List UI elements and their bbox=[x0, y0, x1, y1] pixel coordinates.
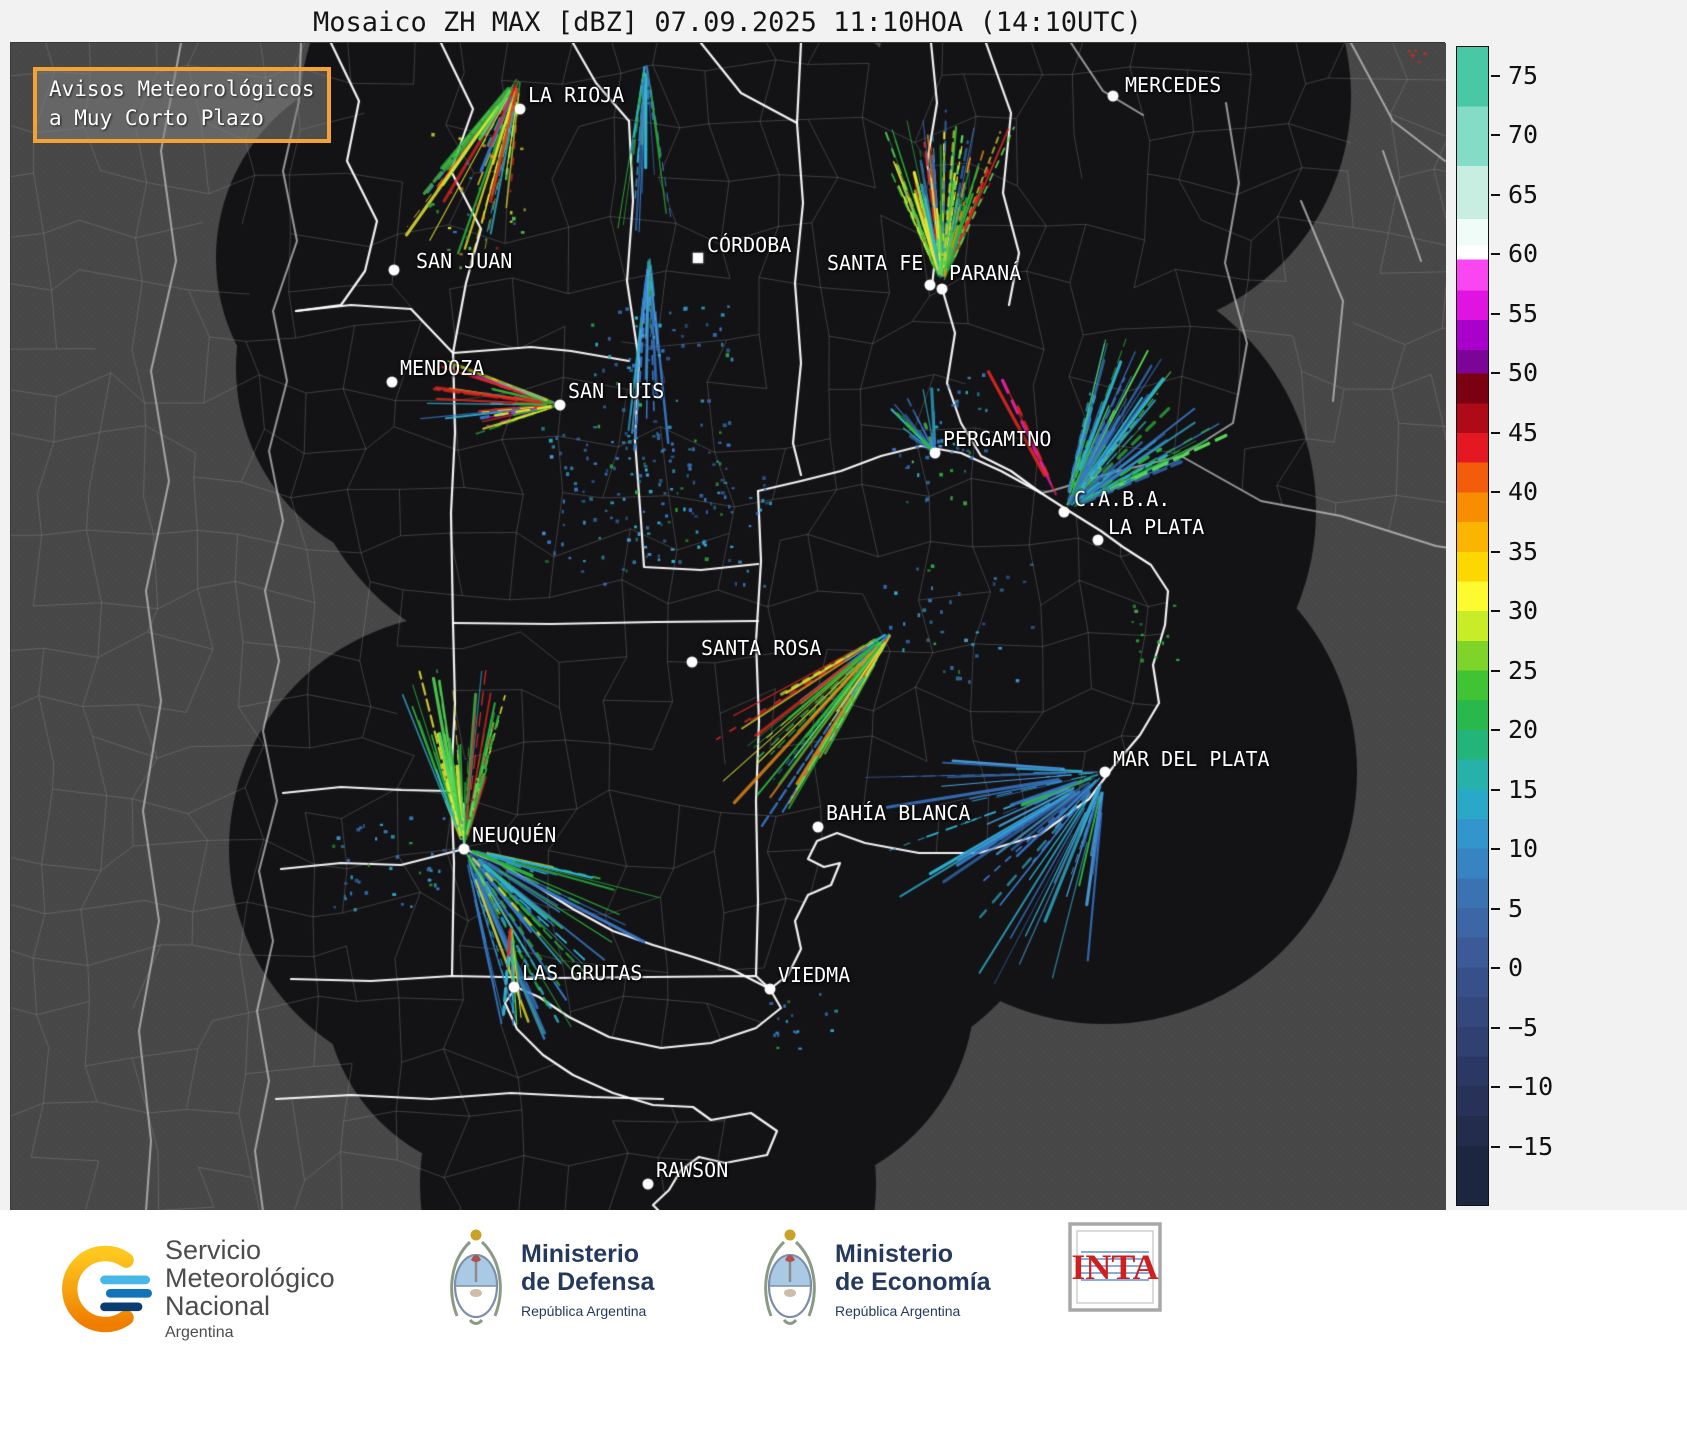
inta-logo-block: INTA bbox=[1068, 1222, 1162, 1312]
colorbar-tick-mark bbox=[1491, 729, 1500, 731]
colorbar-tick-label: −15 bbox=[1508, 1132, 1553, 1162]
colorbar-tick-mark bbox=[1491, 1086, 1500, 1088]
coat-of-arms-icon bbox=[446, 1226, 506, 1332]
colorbar-tick-label: −5 bbox=[1508, 1013, 1538, 1043]
colorbar-tick-label: 15 bbox=[1508, 775, 1538, 805]
colorbar-tick-label: 45 bbox=[1508, 418, 1538, 448]
ministerio-defensa-text: Ministerio de Defensa República Argentin… bbox=[521, 1240, 654, 1319]
product-title: Mosaico ZH MAX [dBZ] 07.09.2025 11:10HOA… bbox=[10, 7, 1445, 38]
colorbar-tick-mark bbox=[1491, 134, 1500, 136]
colorbar-tick-label: 10 bbox=[1508, 834, 1538, 864]
smn-logo-block: Servicio Meteorológico Nacional Argentin… bbox=[56, 1236, 335, 1342]
smn-logo-icon bbox=[56, 1241, 152, 1337]
colorbar-tick-mark bbox=[1491, 491, 1500, 493]
colorbar-tick-label: 0 bbox=[1508, 953, 1523, 983]
colorbar-tick-label: 35 bbox=[1508, 537, 1538, 567]
colorbar-tick-label: 65 bbox=[1508, 180, 1538, 210]
colorbar-tick-mark bbox=[1491, 848, 1500, 850]
colorbar-tick-mark bbox=[1491, 670, 1500, 672]
coat-of-arms-icon bbox=[760, 1226, 820, 1332]
colorbar-tick-label: 30 bbox=[1508, 596, 1538, 626]
colorbar-tick-label: 70 bbox=[1508, 120, 1538, 150]
smn-name-line: Servicio bbox=[165, 1236, 335, 1264]
colorbar-tick-label: 60 bbox=[1508, 239, 1538, 269]
colorbar-tick-label: 55 bbox=[1508, 299, 1538, 329]
colorbar-tick-mark bbox=[1491, 432, 1500, 434]
colorbar: 757065605550454035302520151050−5−10−15 bbox=[1456, 46, 1626, 1210]
colorbar-tick-mark bbox=[1491, 789, 1500, 791]
colorbar-tick-mark bbox=[1491, 372, 1500, 374]
ministerio-defensa-block: Ministerio de Defensa República Argentin… bbox=[446, 1226, 654, 1332]
colorbar-tick-mark bbox=[1491, 1146, 1500, 1148]
radar-map-canvas bbox=[11, 43, 1446, 1211]
inta-logo-icon: INTA bbox=[1068, 1222, 1162, 1312]
footer: Servicio Meteorológico Nacional Argentin… bbox=[0, 1210, 1687, 1438]
colorbar-tick-mark bbox=[1491, 313, 1500, 315]
colorbar-tick-mark bbox=[1491, 551, 1500, 553]
ministry-name-line: Ministerio bbox=[835, 1240, 991, 1268]
smn-name-line: Meteorológico bbox=[165, 1264, 335, 1292]
radar-mosaic-page: Mosaico ZH MAX [dBZ] 07.09.2025 11:10HOA… bbox=[0, 0, 1687, 1438]
colorbar-tick-label: 5 bbox=[1508, 894, 1523, 924]
colorbar-tick-mark bbox=[1491, 194, 1500, 196]
ministerio-economia-text: Ministerio de Economía República Argenti… bbox=[835, 1240, 991, 1319]
colorbar-tick-label: 50 bbox=[1508, 358, 1538, 388]
colorbar-tick-mark bbox=[1491, 1027, 1500, 1029]
inta-logo-text: INTA bbox=[1071, 1247, 1158, 1287]
colorbar-tick-mark bbox=[1491, 75, 1500, 77]
smn-text: Servicio Meteorológico Nacional Argentin… bbox=[165, 1236, 335, 1342]
map-area: Avisos Meteorológicos a Muy Corto Plazo … bbox=[10, 42, 1445, 1210]
ministry-sub-label: República Argentina bbox=[521, 1303, 654, 1319]
smn-name-line: Nacional bbox=[165, 1292, 335, 1320]
ministry-sub-label: República Argentina bbox=[835, 1303, 991, 1319]
warning-badge: Avisos Meteorológicos a Muy Corto Plazo bbox=[33, 67, 331, 143]
ministry-name-line: de Economía bbox=[835, 1268, 991, 1296]
colorbar-tick-mark bbox=[1491, 253, 1500, 255]
colorbar-tick-mark bbox=[1491, 908, 1500, 910]
ministry-name-line: Ministerio bbox=[521, 1240, 654, 1268]
colorbar-tick-mark bbox=[1491, 610, 1500, 612]
ministerio-economia-block: Ministerio de Economía República Argenti… bbox=[760, 1226, 991, 1332]
colorbar-tick-mark bbox=[1491, 967, 1500, 969]
colorbar-tick-label: 25 bbox=[1508, 656, 1538, 686]
colorbar-tick-label: 20 bbox=[1508, 715, 1538, 745]
warning-badge-line1: Avisos Meteorológicos bbox=[49, 75, 315, 104]
colorbar-tick-label: 40 bbox=[1508, 477, 1538, 507]
colorbar-ticks: 757065605550454035302520151050−5−10−15 bbox=[1456, 46, 1626, 1206]
ministry-name-line: de Defensa bbox=[521, 1268, 654, 1296]
colorbar-tick-label: −10 bbox=[1508, 1072, 1553, 1102]
warning-badge-line2: a Muy Corto Plazo bbox=[49, 104, 315, 133]
smn-country-label: Argentina bbox=[165, 1324, 335, 1342]
colorbar-tick-label: 75 bbox=[1508, 61, 1538, 91]
